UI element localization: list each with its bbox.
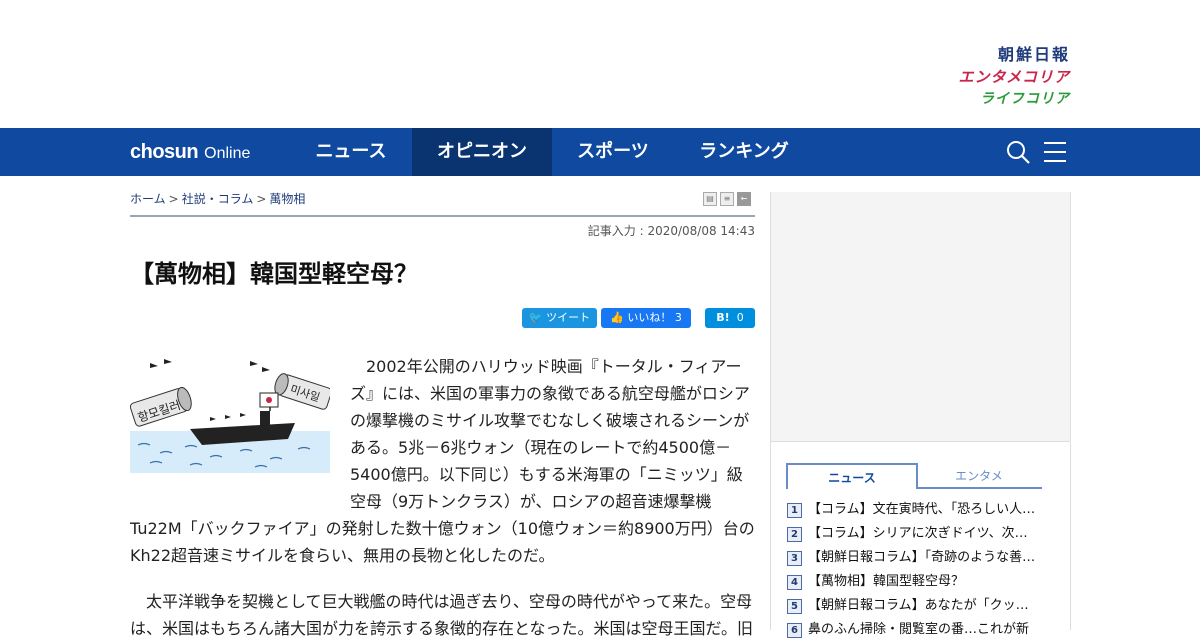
ranking-item[interactable]: 1 【コラム】文在寅時代、「恐ろしい人たち」 [787, 498, 1047, 522]
site-header: 朝鮮日報 エンタメコリア ライフコリア [0, 0, 1200, 128]
ranking-item[interactable]: 2 【コラム】シリアに次ぎドイツ、次は韓国か [787, 522, 1047, 546]
breadcrumb: ホーム > 社説・コラム > 萬物相 [130, 190, 305, 207]
rank-link-text: 【朝鮮日報コラム】「奇跡のような善意」 [808, 550, 1040, 565]
article-tools: ▤ ≡ ← [703, 192, 754, 206]
article-paragraph: 太平洋戦争を契機として巨大戦艦の時代は過ぎ去り、空母の時代がやって来た。空母は、… [130, 592, 754, 638]
ranking-item[interactable]: 5 【朝鮮日報コラム】あなたが「クッポン」 [787, 594, 1047, 618]
article-title: 【萬物相】韓国型軽空母？ [130, 260, 418, 288]
ranking-item[interactable]: 6 鼻のふん掃除・閲覧室の番…これが新 [787, 618, 1047, 642]
rank-link-text: 【朝鮮日報コラム】あなたが「クッポン」 [808, 598, 1040, 613]
nav-item-ranking[interactable]: ランキング [680, 128, 808, 176]
ranking-tabs: ニュース エンタメ [786, 463, 1042, 489]
logo-main-text: chosun [130, 141, 199, 163]
breadcrumb-current[interactable]: 萬物相 [269, 192, 305, 206]
ranking-item[interactable]: 3 【朝鮮日報コラム】「奇跡のような善意」 [787, 546, 1047, 570]
brand-entame-korea-link[interactable]: エンタメコリア [958, 66, 1070, 88]
brand-chosun-ilbo-link[interactable]: 朝鮮日報 [958, 44, 1070, 66]
like-label: いいね！ [627, 311, 672, 324]
rank-number: 4 [787, 574, 802, 590]
logo-sub-text: Online [204, 145, 251, 162]
breadcrumb-divider [130, 215, 755, 217]
article-paragraph: 2002年公開のハリウッド映画『トータル・フィアーズ』には、米国の軍事力の象徴で… [130, 357, 755, 565]
nav-item-sports[interactable]: スポーツ [558, 128, 668, 176]
rank-link-text: 【コラム】シリアに次ぎドイツ、次は韓国か [808, 526, 1040, 541]
breadcrumb-home[interactable]: ホーム [130, 192, 166, 206]
rank-number: 1 [787, 502, 802, 518]
breadcrumb-separator: > [168, 192, 179, 206]
main-nav: chosun Online ニュース オピニオン スポーツ ランキング [0, 128, 1200, 176]
rank-link-text: 【コラム】文在寅時代、「恐ろしい人たち」 [808, 502, 1040, 517]
tweet-label: ツイート [546, 311, 591, 324]
rank-link-text: 鼻のふん掃除・閲覧室の番…これが新 [808, 622, 1030, 637]
rank-number: 6 [787, 622, 802, 638]
search-icon[interactable] [1006, 140, 1030, 164]
brand-life-korea-link[interactable]: ライフコリア [958, 88, 1070, 110]
facebook-like-button[interactable]: 👍 いいね！ 3 [601, 308, 691, 328]
breadcrumb-separator: > [256, 192, 267, 206]
nav-item-opinion[interactable]: オピニオン [412, 128, 552, 176]
ranking-list: 1 【コラム】文在寅時代、「恐ろしい人たち」 2 【コラム】シリアに次ぎドイツ、次は… [787, 498, 1047, 642]
thumbs-up-icon: 👍 [610, 311, 624, 324]
hatena-count: 0 [736, 311, 744, 324]
tweet-button[interactable]: 🐦 ツイート [522, 308, 597, 328]
tab-entame[interactable]: エンタメ [916, 463, 1042, 489]
brand-links: 朝鮮日報 エンタメコリア ライフコリア [958, 44, 1070, 110]
ranking-sidebar: ニュース エンタメ 1 【コラム】文在寅時代、「恐ろしい人たち」 2 【コラム】シリ… [770, 442, 1071, 638]
text-view-icon[interactable]: ≡ [720, 192, 734, 206]
breadcrumb-section[interactable]: 社説・コラム [182, 192, 254, 206]
menu-icon[interactable] [1043, 140, 1067, 164]
back-arrow-icon[interactable]: ← [737, 192, 751, 206]
print-icon[interactable]: ▤ [703, 192, 717, 206]
ad-slot [770, 192, 1071, 441]
like-count: 3 [674, 311, 682, 324]
rank-number: 3 [787, 550, 802, 566]
nav-item-news[interactable]: ニュース [296, 128, 406, 176]
rank-link-text: 【萬物相】韓国型軽空母？ [808, 574, 965, 589]
ranking-item[interactable]: 4 【萬物相】韓国型軽空母？ [787, 570, 1047, 594]
hatena-bookmark-button[interactable]: B! 0 [705, 308, 755, 328]
site-logo[interactable]: chosun Online [130, 128, 250, 176]
rank-number: 2 [787, 526, 802, 542]
tab-news[interactable]: ニュース [786, 463, 918, 489]
hatena-label: B! [716, 311, 730, 324]
posted-date: 記事入力 : 2020/08/08 14:43 [587, 224, 755, 238]
twitter-bird-icon: 🐦 [528, 311, 543, 324]
rank-number: 5 [787, 598, 802, 614]
